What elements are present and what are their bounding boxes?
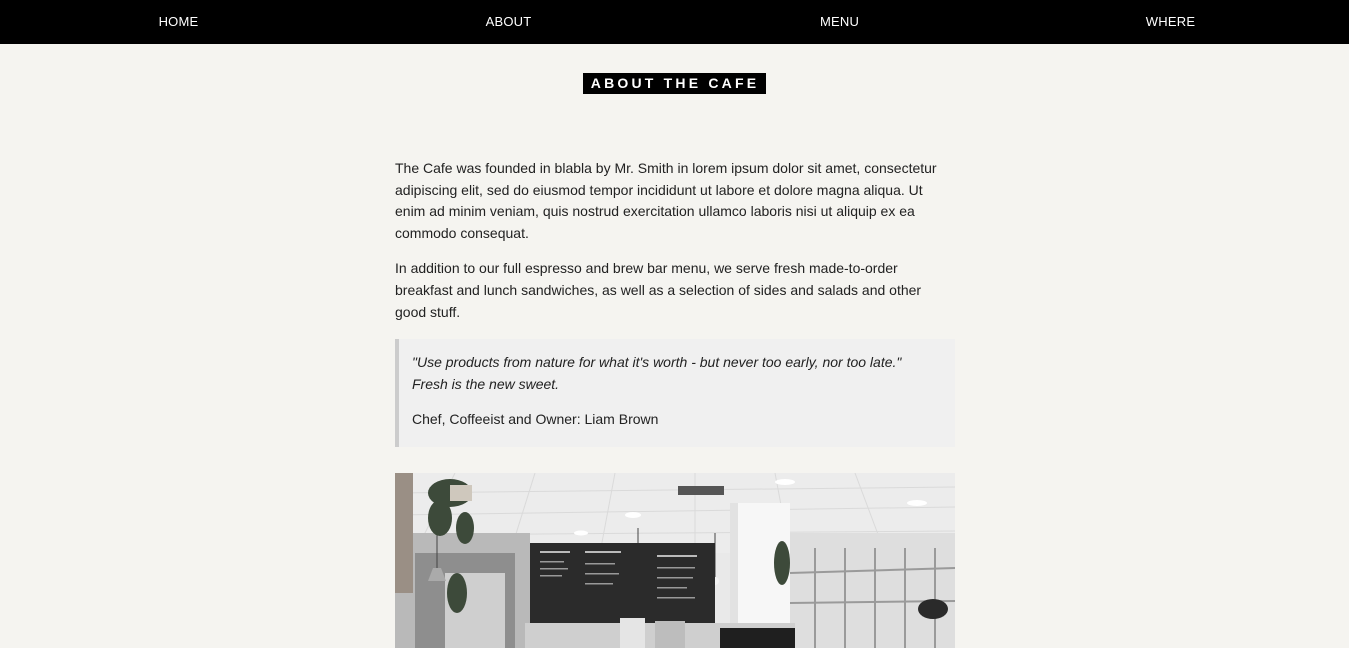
nav-where-link[interactable]: WHERE xyxy=(1002,0,1339,44)
top-navigation-bar: HOME ABOUT MENU WHERE xyxy=(0,0,1349,44)
nav-home-link[interactable]: HOME xyxy=(10,0,347,44)
chef-quote-block: "Use products from nature for what it's … xyxy=(395,339,955,447)
quote-author: Chef, Coffeeist and Owner: Liam Brown xyxy=(412,411,659,428)
nav-about-link[interactable]: ABOUT xyxy=(340,0,677,44)
cafe-interior-illustration xyxy=(395,473,955,648)
section-title: ABOUT THE CAFE xyxy=(582,73,767,94)
about-paragraph-2: In addition to our full espresso and bre… xyxy=(395,260,922,320)
nav-menu-link[interactable]: MENU xyxy=(671,0,1008,44)
cafe-interior-photo xyxy=(395,473,955,648)
about-paragraph-1: The Cafe was founded in blabla by Mr. Sm… xyxy=(395,160,937,241)
about-content: The Cafe was founded in blabla by Mr. Sm… xyxy=(395,158,955,337)
section-title-wrapper: ABOUT THE CAFE xyxy=(0,73,1349,94)
quote-text: "Use products from nature for what it's … xyxy=(412,354,902,392)
